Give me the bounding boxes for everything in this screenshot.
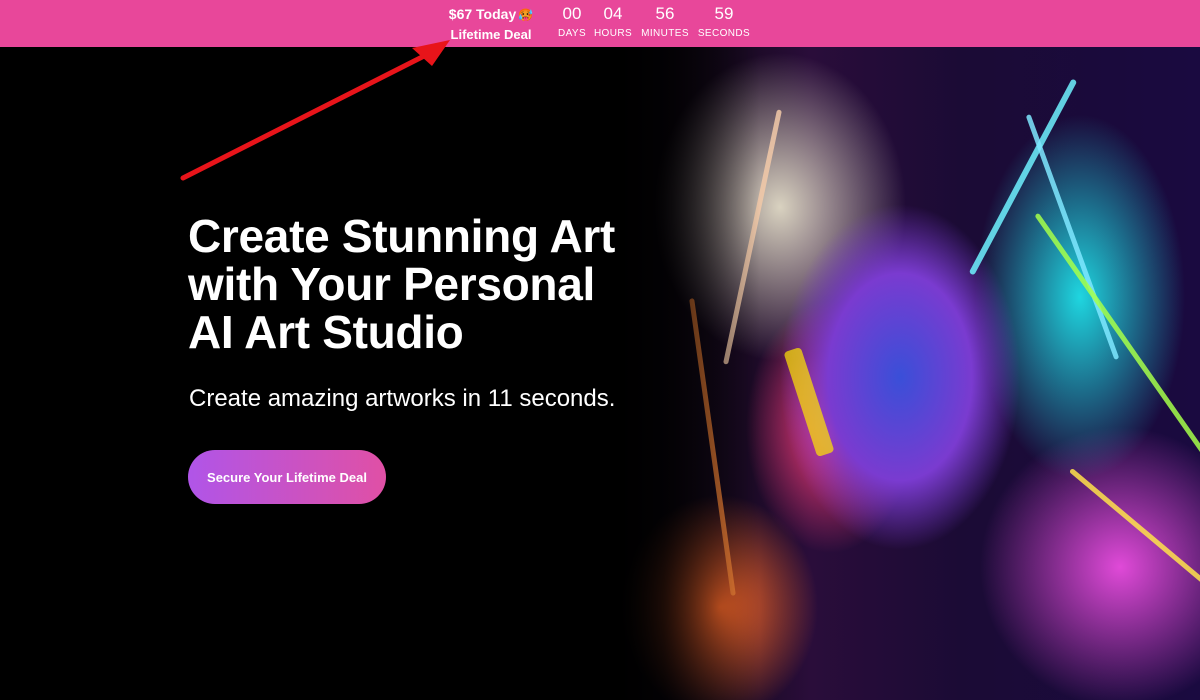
hair-strand: [1068, 467, 1200, 627]
headline-line: with Your Personal: [188, 258, 595, 310]
hair-strand: [1025, 113, 1120, 361]
deal-price: $67 Today: [448, 6, 517, 22]
countdown-seconds: 59 SECONDS: [696, 4, 752, 39]
hot-face-icon: 🥵: [518, 8, 534, 22]
headline-line: AI Art Studio: [188, 306, 464, 358]
hero-artwork-image: [600, 47, 1200, 700]
hair-strand: [1034, 212, 1200, 462]
countdown-minutes-label: MINUTES: [641, 28, 689, 39]
countdown-seconds-value: 59: [714, 4, 734, 23]
deal-block: $67 Today 🥵 Lifetime Deal: [432, 6, 550, 43]
countdown-hours-value: 04: [603, 4, 623, 23]
secure-deal-button[interactable]: Secure Your Lifetime Deal: [188, 450, 386, 504]
countdown-minutes-value: 56: [655, 4, 675, 23]
countdown-days-value: 00: [562, 4, 582, 23]
countdown-days-label: DAYS: [557, 28, 587, 39]
hair-strand: [783, 346, 835, 458]
hero-subheadline: Create amazing artworks in 11 seconds.: [189, 385, 616, 412]
headline-line: Create Stunning Art: [188, 210, 616, 262]
hero-headline: Create Stunning Art with Your Personal A…: [188, 212, 708, 356]
countdown-hours-label: HOURS: [593, 28, 633, 39]
countdown-seconds-label: SECONDS: [697, 28, 751, 39]
promo-countdown-bar: $67 Today 🥵 Lifetime Deal 00 DAYS 04 HOUR…: [0, 0, 1200, 47]
countdown-minutes: 56 MINUTES: [638, 4, 692, 39]
countdown-hours: 04 HOURS: [592, 4, 634, 39]
image-fade-overlay: [600, 47, 760, 700]
deal-label: Lifetime Deal: [450, 27, 532, 42]
countdown-days: 00 DAYS: [552, 4, 592, 39]
